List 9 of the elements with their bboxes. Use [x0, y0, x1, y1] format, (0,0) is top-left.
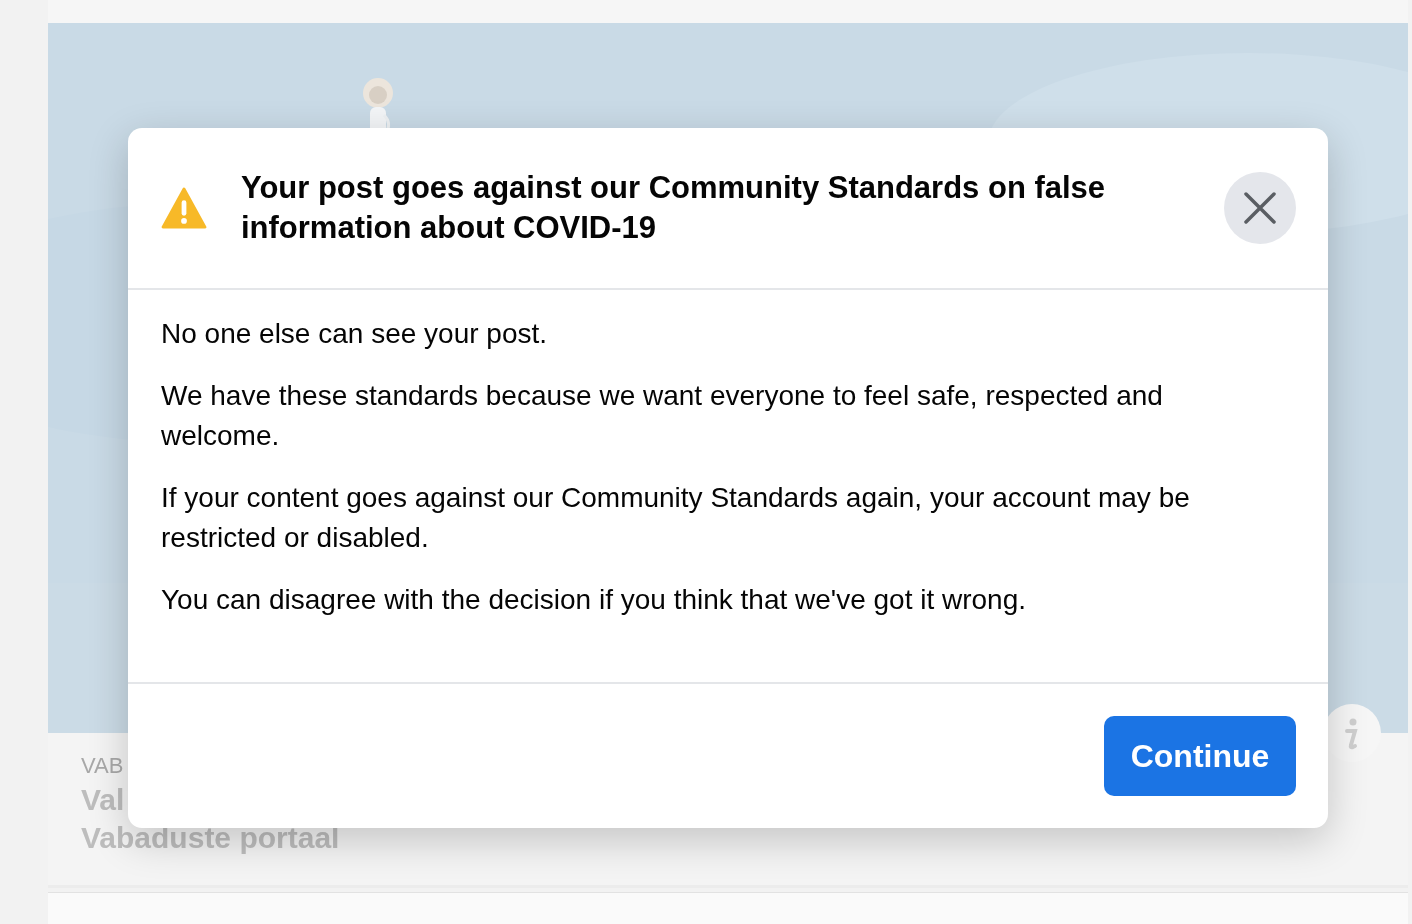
dialog-text: We have these standards because we want everyone to feel safe, respected and welcome. — [161, 379, 1164, 453]
dialog-text: You can disagree with the decision if you think that we've got it wrong. — [161, 583, 1028, 617]
warning-icon — [161, 187, 207, 229]
close-icon — [1243, 191, 1277, 225]
continue-button[interactable]: Continue — [1104, 716, 1296, 796]
link-source: VAB — [81, 752, 124, 781]
dialog-text: If your content goes against our Community Standards again, your account may be restricted or disabled. — [161, 481, 1191, 555]
dialog-text: No one else can see your post. — [161, 317, 548, 351]
dialog-title: Your post goes against our Community Standards on false information about COVID-19 — [241, 169, 1107, 247]
